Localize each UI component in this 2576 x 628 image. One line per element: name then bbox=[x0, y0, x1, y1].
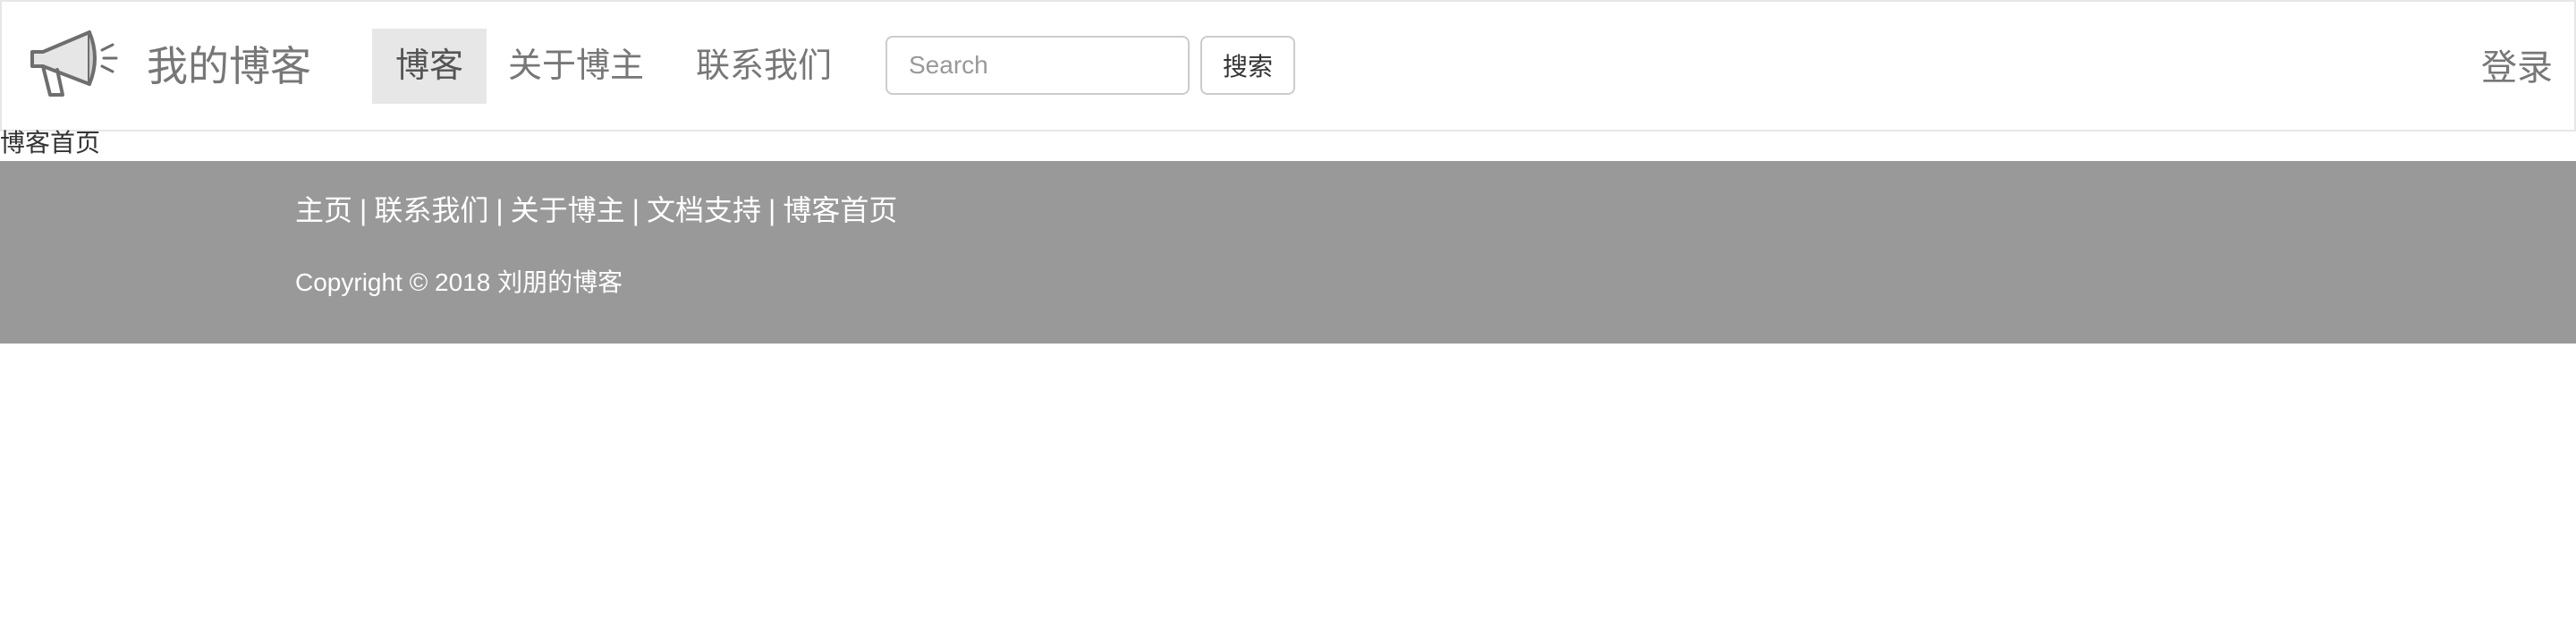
breadcrumb: 博客首页 bbox=[0, 129, 101, 157]
footer-separator: | bbox=[768, 194, 776, 226]
footer-separator: | bbox=[496, 194, 504, 226]
footer-link-blog-home[interactable]: 博客首页 bbox=[783, 194, 897, 226]
footer-links: 主页 | 联系我们 | 关于博主 | 文档支持 | 博客首页 bbox=[295, 188, 897, 233]
footer-separator: | bbox=[631, 194, 640, 226]
top-navbar: 我的博客 博客 关于博主 联系我们 搜索 登录 bbox=[0, 0, 2576, 132]
footer-link-about-blogger[interactable]: 关于博主 bbox=[511, 194, 625, 226]
footer: 主页 | 联系我们 | 关于博主 | 文档支持 | 博客首页 Copyright © 2018 … bbox=[0, 161, 2576, 344]
footer-link-home[interactable]: 主页 bbox=[295, 194, 352, 226]
nav-item-blog[interactable]: 博客 bbox=[372, 29, 487, 104]
footer-link-contact-us[interactable]: 联系我们 bbox=[374, 194, 488, 226]
footer-link-docs-support[interactable]: 文档支持 bbox=[647, 194, 761, 226]
search-input[interactable] bbox=[886, 36, 1190, 95]
brand-name[interactable]: 我的博客 bbox=[147, 39, 311, 93]
nav-item-contact-us[interactable]: 联系我们 bbox=[696, 29, 832, 104]
footer-copyright: Copyright © 2018 刘朋的博客 bbox=[295, 268, 623, 296]
login-link[interactable]: 登录 bbox=[2481, 41, 2553, 95]
megaphone-icon[interactable] bbox=[27, 25, 120, 102]
search-button[interactable]: 搜索 bbox=[1200, 36, 1295, 95]
footer-separator: | bbox=[360, 194, 368, 226]
nav-item-about-blogger[interactable]: 关于博主 bbox=[508, 29, 644, 104]
